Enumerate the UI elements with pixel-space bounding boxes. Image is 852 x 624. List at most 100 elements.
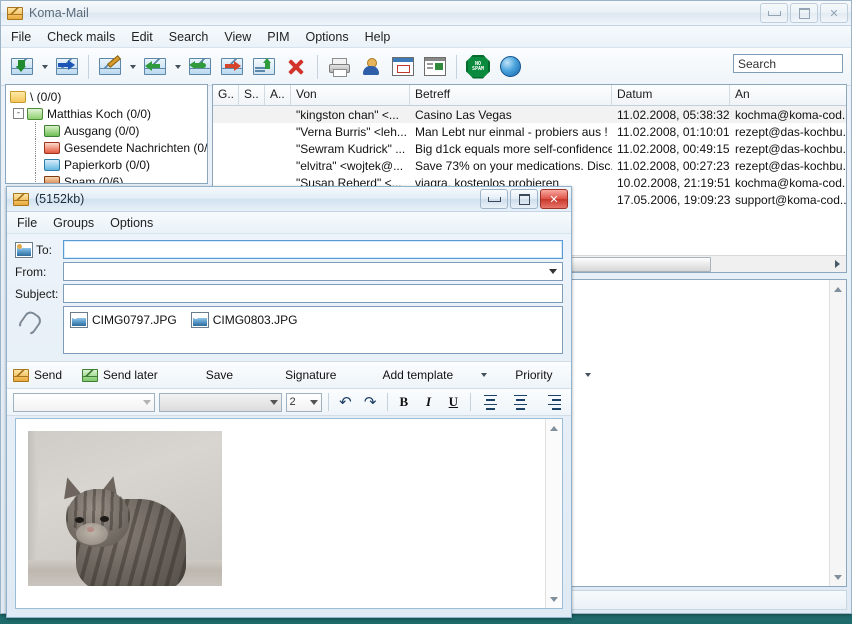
- align-right-icon[interactable]: [538, 391, 565, 413]
- globe-icon[interactable]: [494, 51, 526, 83]
- subject-input[interactable]: [63, 284, 563, 303]
- reply-all-icon[interactable]: [184, 51, 216, 83]
- send-button[interactable]: Send: [7, 363, 68, 387]
- body-scroll-down-arrow[interactable]: [546, 593, 562, 605]
- save-button[interactable]: Save: [200, 363, 239, 387]
- tree-indent: [10, 139, 27, 156]
- underline-icon[interactable]: U: [443, 391, 464, 413]
- column-header-g[interactable]: G..: [213, 85, 239, 105]
- print-icon[interactable]: [323, 51, 355, 83]
- receive-mail-icon[interactable]: [6, 51, 38, 83]
- compose-window-titlebar[interactable]: (5152kb) ✕: [7, 187, 571, 212]
- column-header-an[interactable]: An: [730, 85, 846, 105]
- signature-button[interactable]: Signature: [279, 363, 342, 387]
- minimize-button[interactable]: [760, 3, 788, 23]
- folder-tree-item-4[interactable]: Papierkorb (0/0): [10, 156, 207, 173]
- attachment-item[interactable]: CIMG0797.JPG: [70, 312, 177, 328]
- column-header-datum[interactable]: Datum: [612, 85, 730, 105]
- cell-an: rezept@das-kochbu...: [730, 142, 846, 156]
- undo-icon[interactable]: ↶: [335, 391, 356, 413]
- cat-eye-right: [100, 516, 109, 522]
- close-button[interactable]: ✕: [820, 3, 848, 23]
- menu-search[interactable]: Search: [161, 28, 217, 46]
- new-mail-dropdown-icon[interactable]: [126, 53, 139, 81]
- send-receive-icon[interactable]: [51, 51, 83, 83]
- priority-dropdown-icon[interactable]: [585, 361, 591, 389]
- calendar-icon[interactable]: [387, 51, 419, 83]
- folder-tree[interactable]: \ (0/0)-Matthias Koch (0/0)Ausgang (0/0)…: [6, 85, 207, 184]
- address-book-icon[interactable]: [355, 51, 387, 83]
- redo-icon[interactable]: ↷: [360, 391, 381, 413]
- notes-icon[interactable]: [419, 51, 451, 83]
- forward-icon[interactable]: [216, 51, 248, 83]
- body-vscrollbar[interactable]: [545, 419, 562, 608]
- no-spam-icon[interactable]: NOSPAM: [462, 51, 494, 83]
- add-template-button[interactable]: Add template: [376, 363, 459, 387]
- table-row[interactable]: "Sewram Kudrick" ...Big d1ck equals more…: [213, 140, 846, 157]
- cell-an: kochma@koma-cod...: [730, 108, 846, 122]
- font-family-select[interactable]: [159, 393, 281, 412]
- folder-tree-item-0[interactable]: \ (0/0): [10, 88, 207, 105]
- compose-close-button[interactable]: ✕: [540, 189, 568, 209]
- compose-body-editor[interactable]: [15, 418, 563, 609]
- receive-dropdown-icon[interactable]: [38, 53, 51, 81]
- attachment-list[interactable]: CIMG0797.JPG CIMG0803.JPG: [63, 306, 563, 354]
- send-later-button[interactable]: Send later: [76, 363, 164, 387]
- attachment-item[interactable]: CIMG0803.JPG: [191, 312, 298, 328]
- preview-scroll-up-arrow[interactable]: [830, 283, 846, 295]
- menu-help[interactable]: Help: [357, 28, 399, 46]
- embedded-kitten-image[interactable]: [28, 431, 222, 586]
- mail-list-scroll-right-arrow[interactable]: [831, 256, 843, 272]
- body-scroll-up-arrow[interactable]: [546, 422, 562, 434]
- compose-menu-options[interactable]: Options: [102, 214, 161, 232]
- menu-file[interactable]: File: [3, 28, 39, 46]
- menu-view[interactable]: View: [216, 28, 259, 46]
- add-template-dropdown-icon[interactable]: [481, 361, 487, 389]
- tree-indent: -: [10, 105, 27, 122]
- delete-icon[interactable]: [280, 51, 312, 83]
- compose-mail-icon: [13, 193, 29, 206]
- table-row[interactable]: "Verna Burris" <leh...Man Lebt nur einma…: [213, 123, 846, 140]
- column-header-s[interactable]: S..: [239, 85, 265, 105]
- table-row[interactable]: "kingston chan" <...Casino Las Vegas11.0…: [213, 106, 846, 123]
- folder-tree-item-2[interactable]: Ausgang (0/0): [10, 122, 207, 139]
- from-select[interactable]: [63, 262, 563, 281]
- preview-vscrollbar[interactable]: [829, 280, 846, 586]
- compose-minimize-button[interactable]: [480, 189, 508, 209]
- tree-expander[interactable]: -: [13, 108, 24, 119]
- priority-button[interactable]: Priority: [509, 363, 558, 387]
- reply-dropdown-icon[interactable]: [171, 53, 184, 81]
- maximize-button[interactable]: [790, 3, 818, 23]
- send-later-button-label: Send later: [103, 368, 158, 382]
- compose-menu-groups[interactable]: Groups: [45, 214, 102, 232]
- compose-menu-file[interactable]: File: [9, 214, 45, 232]
- reply-icon[interactable]: [139, 51, 171, 83]
- column-header-a[interactable]: A..: [265, 85, 291, 105]
- search-input[interactable]: Search: [733, 54, 843, 73]
- folder-tree-item-5[interactable]: Spam (0/6): [10, 173, 207, 184]
- menu-options[interactable]: Options: [298, 28, 357, 46]
- italic-icon[interactable]: I: [418, 391, 439, 413]
- column-header-betreff[interactable]: Betreff: [410, 85, 612, 105]
- align-center-icon[interactable]: [507, 391, 534, 413]
- bold-icon[interactable]: B: [393, 391, 414, 413]
- folder-tree-item-1[interactable]: -Matthias Koch (0/0): [10, 105, 207, 122]
- menu-edit[interactable]: Edit: [123, 28, 161, 46]
- menu-check-mails[interactable]: Check mails: [39, 28, 123, 46]
- to-input[interactable]: [63, 240, 563, 259]
- preview-scroll-down-arrow[interactable]: [830, 571, 846, 583]
- font-size-select[interactable]: 2: [286, 393, 323, 412]
- paragraph-style-select[interactable]: [13, 393, 155, 412]
- main-window-titlebar[interactable]: Koma-Mail ✕: [1, 1, 851, 26]
- chevron-down-icon: [143, 400, 151, 405]
- font-size-value: 2: [290, 396, 296, 408]
- compose-maximize-button[interactable]: [510, 189, 538, 209]
- menu-pim[interactable]: PIM: [259, 28, 297, 46]
- align-left-icon[interactable]: [477, 391, 504, 413]
- table-row[interactable]: "elvitra" <wojtek@...Save 73% on your me…: [213, 157, 846, 174]
- folder-tree-item-3[interactable]: Gesendete Nachrichten (0/0): [10, 139, 207, 156]
- address-book-icon[interactable]: [15, 242, 33, 258]
- move-mail-icon[interactable]: [248, 51, 280, 83]
- new-mail-icon[interactable]: [94, 51, 126, 83]
- column-header-von[interactable]: Von: [291, 85, 410, 105]
